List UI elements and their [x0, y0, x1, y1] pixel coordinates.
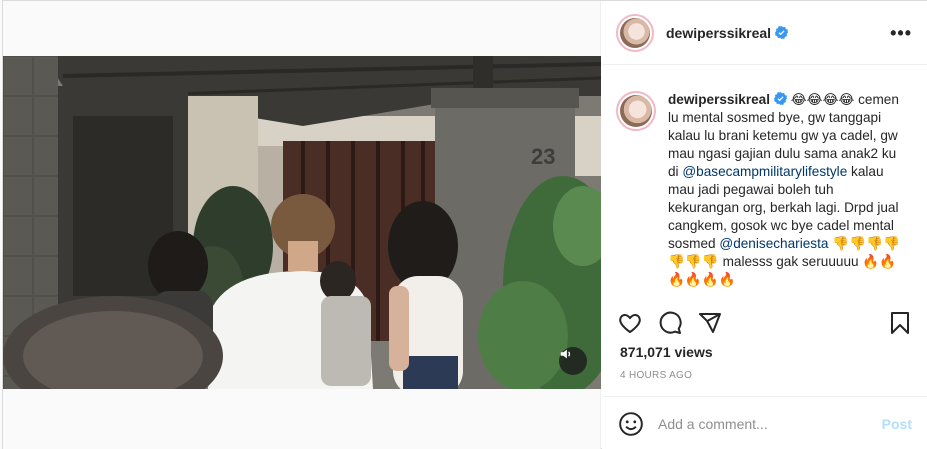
mute-button[interactable]	[559, 347, 587, 375]
post-timestamp[interactable]: 4 HOURS AGO	[620, 370, 692, 381]
post-header: dewiperssikreal •••	[602, 1, 927, 65]
caption-avatar[interactable]	[616, 91, 656, 131]
caption-text: dewiperssikreal 😂😂😂😂 cemen lu mental sos…	[668, 91, 908, 297]
video-frame: 23	[3, 56, 601, 389]
avatar[interactable]	[616, 13, 654, 52]
media-panel: 23	[3, 1, 601, 449]
house-number: 23	[531, 144, 555, 169]
verified-badge-icon	[774, 92, 788, 105]
post-container: 23 dewiperssikreal ••• dewiperssikreal 😂…	[2, 0, 927, 449]
header-username[interactable]: dewiperssikreal	[666, 25, 789, 41]
action-bar	[618, 307, 912, 339]
share-icon[interactable]	[698, 311, 722, 335]
comment-bar: Post	[602, 396, 927, 449]
comment-icon[interactable]	[658, 311, 682, 335]
video-player[interactable]: 23	[3, 56, 601, 389]
mention-link-1[interactable]: @basecampmilitarylifestyle	[682, 164, 847, 179]
mention-link-2[interactable]: @denisechariesta	[719, 236, 828, 251]
emoji-icon[interactable]	[618, 411, 644, 437]
speaker-icon	[560, 349, 571, 359]
post-button[interactable]: Post	[882, 416, 912, 432]
verified-badge-icon	[775, 25, 789, 39]
more-options-button[interactable]: •••	[890, 24, 912, 42]
caption-body-3: malesss gak seruuuuu	[722, 254, 859, 269]
heart-icon[interactable]	[618, 311, 642, 335]
bookmark-icon[interactable]	[888, 311, 912, 335]
caption-emojis: 😂😂😂😂	[790, 92, 855, 107]
comment-input[interactable]	[658, 415, 882, 432]
caption-area: dewiperssikreal 😂😂😂😂 cemen lu mental sos…	[602, 65, 927, 297]
view-count[interactable]: 871,071 views	[620, 344, 713, 360]
caption-username[interactable]: dewiperssikreal	[668, 92, 770, 107]
side-panel: dewiperssikreal ••• dewiperssikreal 😂😂😂😂…	[602, 1, 927, 449]
